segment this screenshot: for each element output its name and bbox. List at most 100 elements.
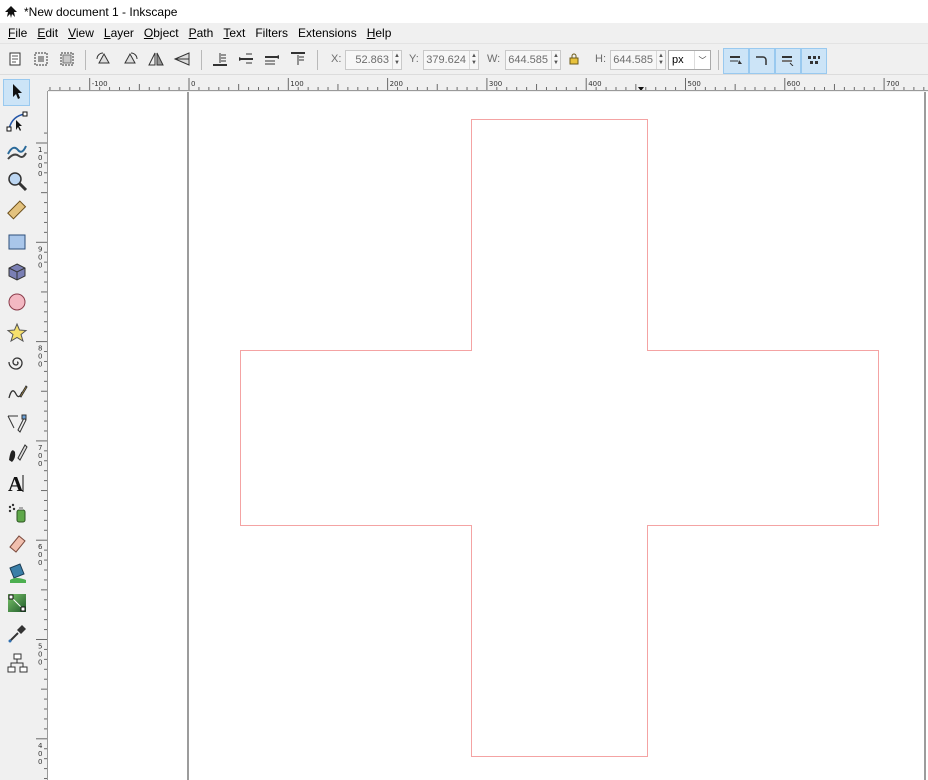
scale-corners-icon	[755, 54, 769, 69]
ellipse-tool[interactable]	[3, 290, 30, 317]
rotate-cw-icon	[121, 51, 139, 70]
eraser-icon	[6, 532, 28, 557]
zoom-tool[interactable]	[3, 169, 30, 196]
menu-object[interactable]: Object	[139, 24, 184, 43]
vruler-label: 700	[38, 444, 42, 468]
rotate-ccw-button[interactable]	[92, 48, 116, 72]
lock-proportions-button[interactable]	[564, 48, 584, 72]
menu-extensions[interactable]: Extensions	[293, 24, 362, 43]
spray-tool[interactable]	[3, 501, 30, 528]
arrow-select-icon	[8, 82, 26, 103]
raise-icon	[263, 51, 281, 70]
w-spinbox[interactable]: 644.585 ▲ ▼	[505, 50, 561, 70]
transform-gradients-toggle[interactable]	[775, 48, 801, 74]
scale-corners-toggle[interactable]	[749, 48, 775, 74]
menu-label: iew	[75, 25, 94, 40]
spray-icon	[6, 502, 28, 527]
menu-edit[interactable]: Edit	[32, 24, 63, 43]
flip-horizontal-button[interactable]	[144, 48, 168, 72]
horizontal-ruler[interactable]: -100 0 100 200 300 400 500 600 700	[48, 78, 928, 91]
menu-filters[interactable]: Filters	[250, 24, 293, 43]
y-spin-arrows[interactable]: ▲ ▼	[469, 51, 478, 69]
rect-tool[interactable]	[3, 230, 30, 257]
node-tool[interactable]	[3, 109, 30, 136]
menu-mnemonic: V	[68, 25, 76, 40]
toolbar-separator	[85, 50, 86, 70]
cursor-position-marker	[638, 87, 644, 90]
menu-text[interactable]: Text	[218, 24, 250, 43]
vertical-ruler[interactable]: 1000 900 800 700 600 500 400	[36, 91, 48, 780]
raise-button[interactable]	[260, 48, 284, 72]
eraser-tool[interactable]	[3, 531, 30, 558]
gradient-tool[interactable]	[3, 591, 30, 618]
pencil-tool[interactable]	[3, 381, 30, 408]
x-spin-arrows[interactable]: ▲ ▼	[392, 51, 401, 69]
selector-toolbar: X: 52.863 ▲ ▼ Y: 379.624 ▲ ▼ W: 644.585 ▲ ▼…	[0, 45, 928, 75]
menu-label: ath	[196, 25, 214, 40]
canvas-svg	[187, 92, 926, 780]
flip-vertical-button[interactable]	[170, 48, 194, 72]
menu-help[interactable]: Help	[362, 24, 397, 43]
paint-bucket-tool[interactable]	[3, 561, 30, 588]
transform-patterns-toggle[interactable]	[801, 48, 827, 74]
node-edit-icon	[6, 110, 28, 135]
ruler-corner	[36, 78, 48, 91]
y-spinbox[interactable]: 379.624 ▲ ▼	[423, 50, 479, 70]
w-spin-arrows[interactable]: ▲ ▼	[551, 51, 560, 69]
connector-icon	[6, 652, 28, 677]
drawing-canvas[interactable]	[48, 92, 928, 780]
lower-button[interactable]	[234, 48, 258, 72]
transform-gradients-icon	[781, 54, 795, 69]
lower-to-bottom-button[interactable]	[208, 48, 232, 72]
tweak-tool[interactable]	[3, 139, 30, 166]
unit-dropdown[interactable]: px ﹀	[668, 50, 711, 70]
menu-bar: File Edit View Layer Object Path Text Filters Ex…	[0, 23, 928, 44]
tweak-icon	[6, 140, 28, 165]
3dbox-tool[interactable]	[3, 260, 30, 287]
deselect-icon	[59, 51, 75, 70]
menu-mnemonic: O	[143, 25, 154, 40]
bucket-icon	[6, 562, 28, 587]
pen-tool[interactable]	[3, 411, 30, 438]
lock-icon	[569, 53, 579, 68]
vruler-label: 600	[38, 543, 43, 567]
hruler-label: 300	[489, 80, 502, 88]
flip-horizontal-icon	[147, 51, 165, 70]
menu-label: ext	[229, 25, 246, 40]
menu-file[interactable]: File	[3, 24, 32, 43]
select-all-layers-icon	[33, 51, 49, 70]
lower-icon	[237, 51, 255, 70]
h-spinbox[interactable]: 644.585 ▲ ▼	[610, 50, 666, 70]
measure-tool[interactable]	[3, 199, 30, 226]
menu-mnemonic: P	[188, 25, 197, 40]
inkscape-logo-icon	[3, 4, 19, 20]
menu-layer[interactable]: Layer	[99, 24, 139, 43]
select-all-button[interactable]	[3, 48, 27, 72]
h-spin-arrows[interactable]: ▲ ▼	[656, 51, 665, 69]
toolbar-separator	[201, 50, 202, 70]
circle-icon	[7, 292, 27, 315]
raise-to-top-button[interactable]	[286, 48, 310, 72]
cross-shape[interactable]	[240, 119, 879, 757]
pen-icon	[6, 412, 28, 437]
deselect-button[interactable]	[55, 48, 79, 72]
dropper-tool[interactable]	[3, 621, 30, 648]
select-all-in-all-layers-button[interactable]	[29, 48, 53, 72]
x-spinbox[interactable]: 52.863 ▲ ▼	[345, 50, 402, 70]
star-tool[interactable]	[3, 321, 30, 348]
spiral-tool[interactable]	[3, 351, 30, 378]
h-value: 644.585	[613, 54, 653, 66]
scale-stroke-toggle[interactable]	[723, 48, 749, 74]
selector-tool[interactable]	[3, 79, 30, 106]
gradient-icon	[6, 592, 28, 617]
raise-to-top-icon	[289, 51, 307, 70]
scale-stroke-icon	[729, 54, 743, 69]
text-tool[interactable]: A	[3, 471, 30, 498]
connector-tool[interactable]	[3, 651, 30, 678]
menu-view[interactable]: View	[63, 24, 99, 43]
chevron-down-icon: ﹀	[694, 51, 710, 69]
window-title: *New document 1 - Inkscape	[24, 4, 178, 19]
menu-path[interactable]: Path	[184, 24, 219, 43]
calligraphy-tool[interactable]	[3, 441, 30, 468]
rotate-cw-button[interactable]	[118, 48, 142, 72]
